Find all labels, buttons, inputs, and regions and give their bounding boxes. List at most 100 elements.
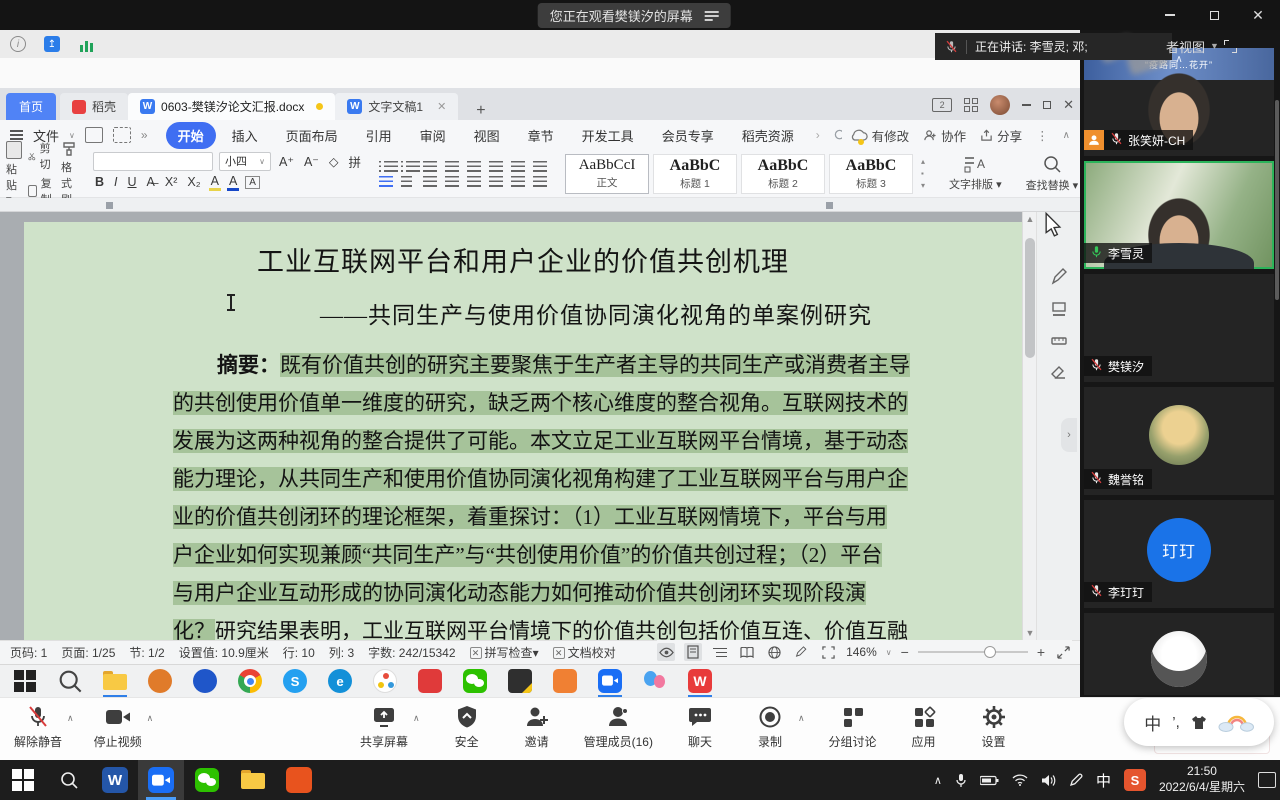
find-replace-tool[interactable]: 查找替换 ▾: [1018, 154, 1087, 193]
ime-language-indicator[interactable]: 中: [1096, 770, 1111, 791]
zoom-slider[interactable]: [918, 651, 1028, 653]
styles-scroll[interactable]: ▴▪▾: [921, 157, 925, 190]
justify-button[interactable]: [445, 176, 459, 187]
style-正文[interactable]: AaBbCcI正文: [565, 154, 649, 194]
tray-mic-icon[interactable]: [955, 773, 967, 788]
grow-font-button[interactable]: A⁺: [277, 154, 296, 169]
font-size-select[interactable]: 小四∨: [219, 152, 271, 171]
format-painter-button[interactable]: 格式刷: [61, 141, 77, 207]
outline-view-icon[interactable]: [711, 643, 729, 661]
wps-restore-button[interactable]: [1043, 101, 1051, 109]
banner-menu-icon[interactable]: [705, 11, 719, 21]
save-icon[interactable]: [85, 127, 103, 143]
decrease-indent-button[interactable]: [423, 161, 437, 172]
close-button[interactable]: ✕: [1236, 0, 1280, 30]
print-icon[interactable]: [113, 127, 131, 143]
cloud-sync-status[interactable]: 有修改: [850, 126, 910, 145]
numbered-list-button[interactable]: [406, 161, 420, 172]
highlight-color-button[interactable]: A: [209, 174, 221, 191]
line-spacing-button[interactable]: [489, 176, 503, 187]
wps-minimize-button[interactable]: [1022, 104, 1031, 106]
shrink-font-button[interactable]: A⁻: [302, 154, 321, 169]
members-button[interactable]: 管理成员(16): [584, 704, 653, 750]
italic-button[interactable]: I: [112, 175, 119, 189]
tab-document-1[interactable]: W0603-樊镁汐论文汇报.docx: [128, 93, 335, 120]
right-indent-marker[interactable]: [826, 202, 833, 209]
font-color-button[interactable]: A: [227, 174, 239, 191]
page-view-icon[interactable]: [684, 643, 702, 661]
menu-7[interactable]: 章节: [516, 122, 566, 149]
style-标题 1[interactable]: AaBbC标题 1: [653, 154, 737, 194]
tencent-meeting-icon[interactable]: [597, 668, 623, 694]
text-layout-tool[interactable]: A 文字排版 ▾: [941, 155, 1010, 192]
tray-pen-icon[interactable]: [1069, 773, 1083, 787]
tab-wps-home[interactable]: 首页: [6, 93, 56, 120]
wechat-icon[interactable]: [462, 668, 488, 694]
sogou-browser-icon[interactable]: S: [282, 668, 308, 694]
chat-button[interactable]: 聊天: [677, 704, 723, 750]
edge-icon[interactable]: e: [327, 668, 353, 694]
read-mode-icon[interactable]: [738, 643, 756, 661]
file-explorer-icon[interactable]: [230, 760, 276, 800]
menu-6[interactable]: 视图: [462, 122, 512, 149]
red-app-icon[interactable]: [417, 668, 443, 694]
participant-tile[interactable]: 魏誉铭: [1084, 387, 1274, 495]
align-left-button[interactable]: [379, 176, 393, 187]
wps-close-button[interactable]: ✕: [1063, 97, 1074, 113]
collapse-ribbon-icon[interactable]: ∧: [1063, 130, 1070, 141]
collaborate-button[interactable]: 协作: [923, 126, 966, 145]
ime-punct-label[interactable]: ’,: [1172, 714, 1180, 731]
taskbar-search-icon[interactable]: [46, 760, 92, 800]
menu-overflow-icon[interactable]: ›: [816, 128, 820, 142]
close-tab-icon[interactable]: ✕: [437, 100, 446, 113]
sidebar-scrollbar[interactable]: [1275, 100, 1279, 300]
collapse-panel-icon[interactable]: ›: [1061, 418, 1077, 452]
orange-search-app-icon[interactable]: [147, 668, 173, 694]
horizontal-ruler[interactable]: [0, 198, 1080, 212]
watching-banner[interactable]: 您正在观看樊镁汐的屏幕: [538, 3, 731, 28]
new-tab-button[interactable]: +: [468, 102, 493, 120]
pinyin-guide-button[interactable]: 拼: [347, 152, 364, 171]
tencent-meeting-icon[interactable]: [138, 760, 184, 800]
style-标题 2[interactable]: AaBbC标题 2: [741, 154, 825, 194]
scrollbar-thumb[interactable]: [1025, 238, 1035, 358]
scroll-up-icon[interactable]: ▲: [1023, 214, 1037, 224]
apps-button[interactable]: 应用: [901, 704, 947, 750]
document-page[interactable]: 工业互联网平台和用户企业的价值共创机理 ——共同生产与使用价值协同演化视角的单案…: [24, 222, 1022, 640]
action-center-icon[interactable]: [1258, 772, 1276, 788]
paste-button[interactable]: 粘贴 ▾: [6, 141, 22, 206]
search-icon[interactable]: [57, 668, 83, 694]
blue-app-icon[interactable]: [192, 668, 218, 694]
participant-tile[interactable]: 玎玎李玎玎: [1084, 500, 1274, 608]
style-标题 3[interactable]: AaBbC标题 3: [829, 154, 913, 194]
menu-4[interactable]: 引用: [354, 122, 404, 149]
eye-protect-icon[interactable]: [657, 643, 675, 661]
sogou-ime-icon[interactable]: S: [1124, 769, 1146, 791]
borders-button[interactable]: [533, 176, 547, 187]
blue-app-badge-icon[interactable]: ↥: [44, 36, 60, 52]
underline-button[interactable]: U: [126, 175, 139, 189]
distribute-button[interactable]: [467, 176, 481, 187]
window-switch-icon[interactable]: 2: [932, 98, 952, 112]
chrome-icon[interactable]: [237, 668, 263, 694]
chevron-up-icon[interactable]: ∧: [147, 713, 154, 724]
orange-app-icon[interactable]: [276, 760, 322, 800]
document-scrollbar[interactable]: ▲ ▼: [1022, 212, 1036, 640]
tray-volume-icon[interactable]: [1041, 774, 1056, 787]
tray-chevron-up-icon[interactable]: ∧: [934, 774, 942, 787]
chevron-up-icon[interactable]: ∧: [67, 713, 74, 724]
more-options-icon[interactable]: ⋮: [1036, 128, 1049, 143]
align-center-button[interactable]: [401, 176, 412, 187]
tray-battery-icon[interactable]: [980, 775, 999, 786]
wechat-icon[interactable]: [184, 760, 230, 800]
subscript-button[interactable]: X₂: [185, 175, 202, 189]
zoom-out-button[interactable]: −: [901, 644, 909, 660]
ime-mode-label[interactable]: 中: [1144, 710, 1161, 735]
zoom-in-button[interactable]: +: [1037, 644, 1045, 660]
balloons-app-icon[interactable]: [642, 668, 668, 694]
menu-5[interactable]: 审阅: [408, 122, 458, 149]
clear-format-button[interactable]: ◇: [327, 154, 341, 169]
hamburger-menu-icon[interactable]: [10, 130, 23, 140]
fullscreen-icon[interactable]: [1054, 643, 1072, 661]
show-marks-button[interactable]: [533, 161, 547, 172]
